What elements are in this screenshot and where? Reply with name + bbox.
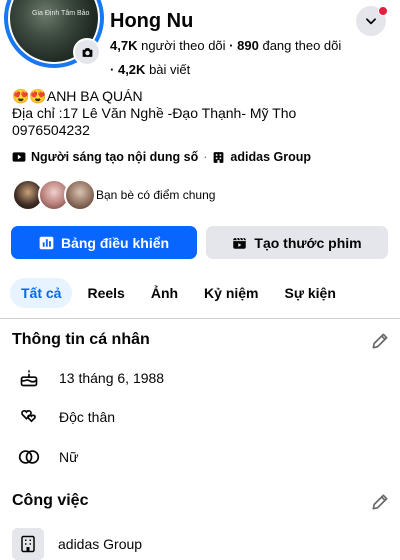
tab-memories[interactable]: Kỷ niệm (193, 278, 269, 308)
tab-events[interactable]: Sự kiện (274, 278, 347, 308)
separator-dot: · (203, 150, 208, 164)
profile-meta: Người sáng tạo nội dung số · adidas Grou… (12, 150, 311, 164)
personal-info-title: Thông tin cá nhân (12, 331, 150, 348)
mutual-friends-avatars[interactable] (12, 179, 96, 211)
work-title: Công việc (12, 492, 89, 509)
tab-reels[interactable]: Reels (76, 278, 135, 308)
creator-label: Người sáng tạo nội dung số (31, 150, 199, 164)
dashboard-button[interactable]: Bảng điều khiển (11, 226, 197, 259)
bio-line-2: Địa chỉ :17 Lê Văn Nghề -Đạo Thạnh- Mỹ T… (12, 105, 297, 121)
company-logo[interactable] (12, 528, 44, 560)
chevron-down-icon (366, 18, 376, 25)
profile-tabs: Tất cả Reels Ảnh Kỷ niệm Sự kiện (10, 278, 351, 308)
change-photo-button[interactable] (73, 38, 101, 66)
separator-dot: · (110, 62, 115, 77)
tab-all[interactable]: Tất cả (10, 278, 73, 308)
mutual-friends-label[interactable]: Bạn bè có điểm chung (96, 188, 215, 202)
posts-count: 4,2K (117, 62, 146, 77)
separator-dot: · (229, 38, 234, 53)
following-count[interactable]: 890 (237, 38, 259, 53)
tab-photos[interactable]: Ảnh (140, 278, 189, 308)
cake-icon (20, 369, 38, 387)
create-reel-button-label: Tạo thước phim (254, 234, 362, 251)
follow-stats: 4,7K người theo dõi · 890 đang theo dõi (110, 38, 341, 53)
avatar-caption: Gia Định Tâm Bảo (32, 10, 90, 17)
building-icon (214, 151, 224, 163)
pencil-icon[interactable] (370, 492, 390, 512)
gender-value: Nữ (59, 449, 79, 465)
bio-line-3: 0976504232 (12, 122, 90, 138)
followers-label[interactable]: người theo dõi (141, 38, 225, 53)
clapperboard-icon (233, 237, 247, 249)
create-reel-button[interactable]: Tạo thước phim (206, 226, 388, 259)
relationship-row: Độc thân (18, 406, 115, 428)
posts-label: bài viết (149, 62, 191, 77)
pencil-icon[interactable] (370, 331, 390, 351)
relationship-value: Độc thân (59, 409, 116, 425)
friend-avatar[interactable] (64, 179, 96, 211)
dashboard-button-label: Bảng điều khiển (60, 234, 170, 251)
bar-chart-icon (39, 236, 54, 249)
profile-name: Hong Nu (110, 10, 194, 32)
following-label[interactable]: đang theo dõi (262, 38, 341, 53)
section-divider (0, 318, 400, 319)
company-name[interactable]: adidas Group (58, 536, 142, 552)
work-label[interactable]: adidas Group (230, 150, 311, 164)
birthday-row: 13 tháng 6, 1988 (18, 367, 164, 389)
followers-count[interactable]: 4,7K (110, 38, 137, 53)
camera-icon (82, 47, 92, 57)
hearts-icon (21, 409, 36, 423)
gender-icon (18, 450, 40, 464)
bio-line-1: 😍😍ANH BA QUÁN (12, 88, 143, 104)
gender-row: Nữ (18, 446, 78, 468)
birthday-value: 13 tháng 6, 1988 (59, 370, 165, 386)
building-icon (21, 535, 35, 553)
video-icon (12, 152, 26, 162)
notification-dot (378, 6, 388, 16)
post-stats: · 4,2K bài viết (110, 62, 190, 77)
